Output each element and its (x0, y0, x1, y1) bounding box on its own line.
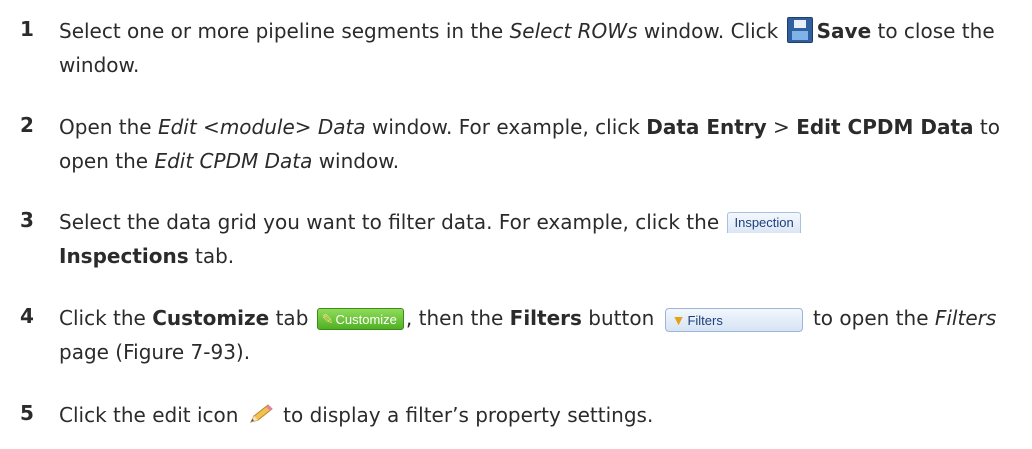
step-text: Select the data grid you want to filter … (59, 205, 1024, 273)
step-text: Click the edit icon to display a filter’… (59, 403, 654, 427)
wrench-icon: ✎ (321, 311, 334, 327)
step-text: Click the Customize tab ✎ Customize, then… (59, 306, 997, 364)
step-number: 1 (20, 17, 34, 41)
instruction-steps: 1 Select one or more pipeline segments i… (0, 0, 1032, 449)
inspection-tab-icon: Inspection (727, 212, 801, 233)
step-number: 4 (20, 304, 34, 328)
pencil-icon (249, 404, 273, 423)
step-number: 5 (20, 401, 34, 425)
step-text: Open the Edit <module> Data window. For … (59, 115, 1000, 173)
step-number: 3 (20, 208, 34, 232)
filters-button-icon: ▼ Filters (664, 308, 803, 332)
funnel-icon: ▼ (671, 312, 686, 328)
step-number: 2 (20, 113, 34, 137)
step-text: Select one or more pipeline segments in … (59, 17, 995, 77)
save-icon (786, 17, 813, 43)
customize-tab-icon: ✎ Customize (316, 308, 404, 330)
